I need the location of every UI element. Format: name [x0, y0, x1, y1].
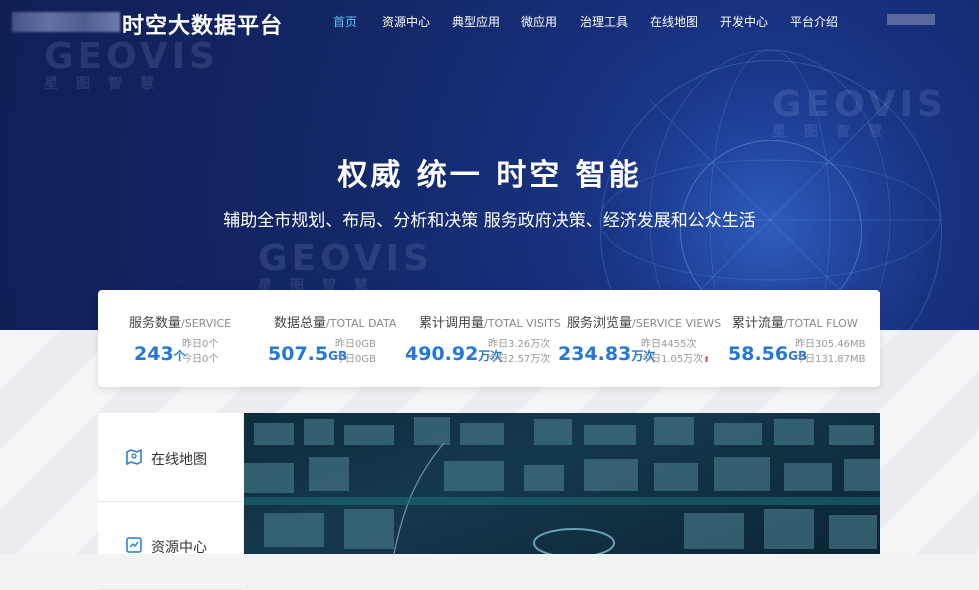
stat-title-en: /SERVICE VIEWS — [632, 317, 722, 330]
stat-title: 服务浏览量 — [567, 316, 633, 331]
stat-title-en: /SERVICE — [181, 317, 232, 330]
stat-yesterday: 昨日3.26万次 — [488, 339, 551, 350]
nav-micro-apps[interactable]: 微应用 — [521, 13, 557, 30]
stat-title-en: /TOTAL VISITS — [484, 317, 561, 330]
stat-title: 累计调用量 — [419, 316, 485, 331]
sidebar-item-label: 在线地图 — [151, 452, 207, 468]
resource-icon — [125, 536, 143, 558]
nav-resource-center[interactable]: 资源中心 — [382, 13, 430, 30]
stat-value: 507.5 — [268, 343, 329, 365]
nav-platform-intro[interactable]: 平台介绍 — [790, 13, 838, 30]
city-buildings-graphic — [244, 417, 880, 554]
stat-title: 累计流量 — [732, 316, 785, 331]
watermark-logo: GEOVIS 星图智慧 — [44, 36, 219, 92]
stat-today: 今日131.87MB — [795, 354, 866, 365]
stat-value: 490.92 — [405, 343, 479, 365]
stat-today: 今日2.57万次 — [488, 354, 551, 365]
stat-value: 243 — [134, 343, 174, 365]
stat-title: 数据总量 — [274, 316, 327, 331]
hero-banner: GEOVIS 星图智慧 GEOVIS 星图智慧 GEOVIS 星图智慧 时空大数据平台… — [0, 0, 979, 330]
stat-today: 今日1.05万次 — [641, 354, 704, 365]
city-3d-image[interactable] — [244, 413, 880, 554]
logo-blurred — [12, 12, 120, 32]
sidebar-item-label: 资源中心 — [151, 540, 207, 556]
nav-online-map[interactable]: 在线地图 — [650, 13, 698, 30]
map-icon — [125, 448, 143, 470]
hero-subslogan: 辅助全市规划、布局、分析和决策 服务政府决策、经济发展和公众生活 — [223, 211, 756, 231]
sidebar-item-online-map[interactable]: 在线地图 — [98, 413, 243, 502]
stat-title-en: /TOTAL FLOW — [784, 317, 858, 330]
nav-governance-tools[interactable]: 治理工具 — [580, 13, 628, 30]
up-arrow-icon: ⬆ — [703, 355, 710, 364]
stat-title-en: /TOTAL DATA — [326, 317, 397, 330]
nav-home[interactable]: 首页 — [333, 13, 357, 30]
nav-dev-center[interactable]: 开发中心 — [720, 13, 768, 30]
stat-value: 58.56 — [728, 343, 789, 365]
hero-slogan: 权威 统一 时空 智能 — [337, 158, 642, 193]
sidebar: 在线地图 资源中心 — [98, 413, 243, 590]
site-title[interactable]: 时空大数据平台 — [122, 8, 283, 40]
stat-value: 234.83 — [558, 343, 632, 365]
stats-panel: 服务数量/SERVICE 243个 昨日0个 今日0个 数据总量/TOTAL DA… — [98, 290, 880, 387]
sidebar-item-resource-center[interactable]: 资源中心 — [98, 501, 243, 590]
stat-yesterday: 昨日4455次 — [641, 339, 697, 350]
stat-yesterday: 昨日305.46MB — [795, 339, 866, 350]
stat-yesterday: 昨日0个 — [182, 339, 219, 350]
watermark-logo: GEOVIS 星图智慧 — [772, 84, 947, 140]
stat-yesterday: 昨日0GB — [335, 339, 376, 350]
watermark-logo: GEOVIS 星图智慧 — [258, 238, 433, 294]
user-account-blurred[interactable] — [887, 14, 935, 25]
nav-typical-apps[interactable]: 典型应用 — [452, 13, 500, 30]
stat-title: 服务数量 — [129, 316, 182, 331]
stat-today: 今日0个 — [182, 354, 219, 365]
stat-today: 今日0GB — [335, 354, 376, 365]
